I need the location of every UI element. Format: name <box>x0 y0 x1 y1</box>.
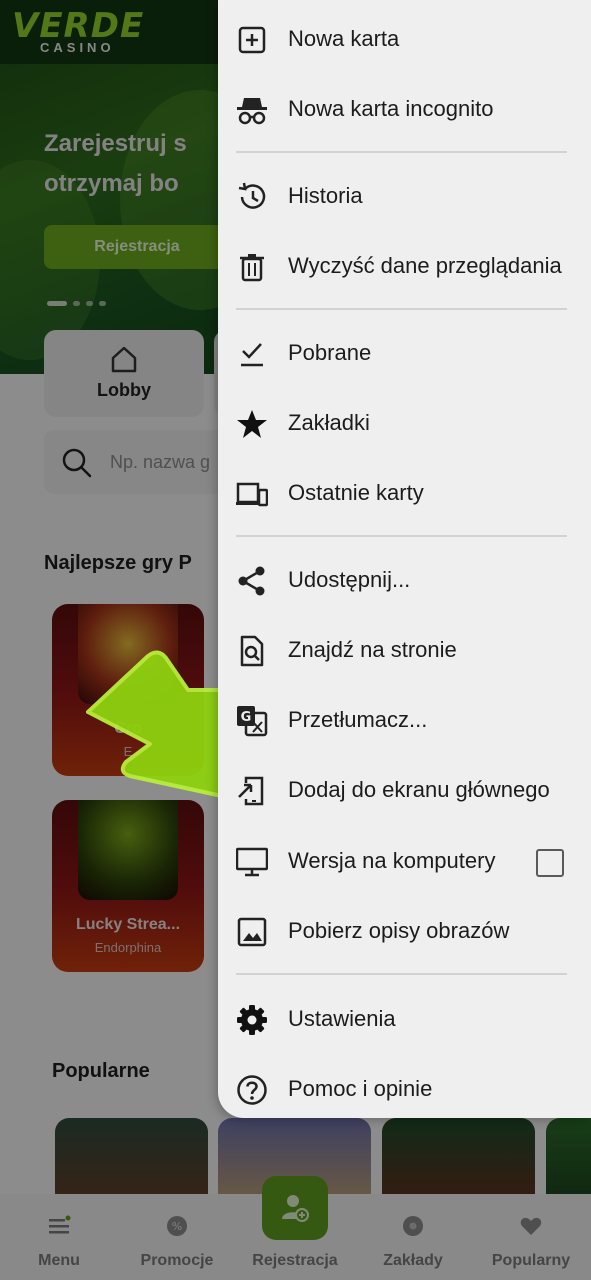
browser-overflow-menu: Nowa karta Nowa karta incognito Historia… <box>218 0 591 1118</box>
menu-item-label: Udostępnij... <box>288 567 411 592</box>
menu-item-add-to-home[interactable]: Dodaj do ekranu głównego <box>218 755 591 825</box>
menu-item-share[interactable]: Udostępnij... <box>218 545 591 615</box>
settings-icon <box>237 1005 267 1035</box>
devices-icon <box>236 482 268 507</box>
menu-divider <box>236 151 567 153</box>
menu-item-label: Przetłumacz... <box>288 707 428 732</box>
menu-divider <box>236 973 567 975</box>
downloads-icon <box>241 343 263 367</box>
menu-item-help[interactable]: Pomoc i opinie <box>218 1054 591 1124</box>
desktop-site-checkbox[interactable] <box>536 849 564 877</box>
image-icon <box>237 917 267 947</box>
menu-item-find-in-page[interactable]: Znajdź na stronie <box>218 615 591 685</box>
menu-item-label: Nowa karta <box>288 26 400 51</box>
menu-divider <box>236 535 567 537</box>
desktop-icon <box>236 847 268 877</box>
menu-item-label: Dodaj do ekranu głównego <box>288 777 550 802</box>
menu-item-label: Wersja na komputery <box>288 848 496 873</box>
share-icon <box>238 566 265 596</box>
menu-item-label: Ostatnie karty <box>288 480 424 505</box>
menu-item-label: Pobrane <box>288 340 372 365</box>
menu-item-new-tab[interactable]: Nowa karta <box>218 4 591 74</box>
menu-item-history[interactable]: Historia <box>218 161 591 231</box>
menu-item-label: Nowa karta incognito <box>288 96 494 121</box>
help-icon <box>237 1075 267 1105</box>
menu-item-clear-data[interactable]: Wyczyść dane przeglądania <box>218 231 591 301</box>
new-tab-icon <box>238 26 266 54</box>
svg-text:G: G <box>241 710 252 725</box>
find-in-page-icon <box>240 635 264 667</box>
menu-item-label: Pobierz opisy obrazów <box>288 918 510 943</box>
menu-item-label: Wyczyść dane przeglądania <box>288 253 562 278</box>
trash-icon <box>240 254 264 282</box>
menu-item-label: Historia <box>288 183 363 208</box>
add-to-home-icon <box>238 776 264 806</box>
menu-item-translate[interactable]: G Przetłumacz... <box>218 685 591 755</box>
menu-item-downloads[interactable]: Pobrane <box>218 318 591 388</box>
incognito-icon <box>237 98 267 125</box>
menu-item-incognito[interactable]: Nowa karta incognito <box>218 74 591 144</box>
menu-item-label: Ustawienia <box>288 1006 396 1031</box>
menu-item-label: Zakładki <box>288 410 370 435</box>
menu-item-label: Pomoc i opinie <box>288 1076 433 1101</box>
translate-icon: G <box>237 706 268 737</box>
star-icon <box>237 410 267 438</box>
menu-item-recent-tabs[interactable]: Ostatnie karty <box>218 458 591 528</box>
menu-item-label: Znajdź na stronie <box>288 637 457 662</box>
menu-item-desktop-site[interactable]: Wersja na komputery <box>218 826 591 896</box>
menu-divider <box>236 308 567 310</box>
menu-item-bookmarks[interactable]: Zakładki <box>218 388 591 458</box>
menu-item-settings[interactable]: Ustawienia <box>218 984 591 1054</box>
menu-item-image-descriptions[interactable]: Pobierz opisy obrazów <box>218 896 591 966</box>
history-icon <box>238 182 266 209</box>
